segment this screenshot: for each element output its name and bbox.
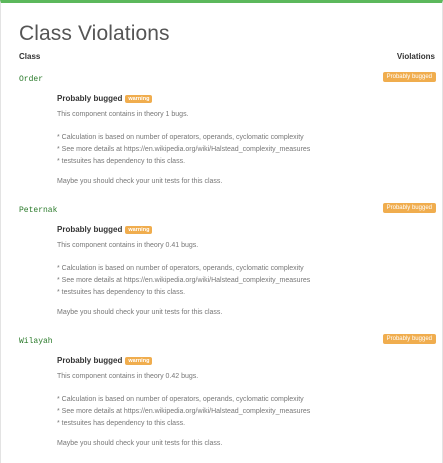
advice-text: Maybe you should check your unit tests f… [57, 178, 223, 185]
advice-text: Maybe you should check your unit tests f… [57, 440, 223, 447]
bug-title: Probably bugged warning [57, 94, 153, 103]
warning-badge: warning [125, 95, 153, 103]
violation-badge: Probably bugged [382, 334, 436, 344]
page-title: Class Violations [19, 22, 170, 45]
column-header-violations: Violations [396, 52, 435, 61]
note-details-link: * See more details at https://en.wikiped… [57, 408, 311, 415]
class-name[interactable]: Wilayah [19, 337, 53, 346]
warning-badge: warning [125, 226, 153, 234]
note-dependency: * testsuites has dependency to this clas… [57, 158, 186, 165]
note-details-link: * See more details at https://en.wikiped… [57, 146, 311, 153]
note-calculation: * Calculation is based on number of oper… [57, 396, 304, 403]
advice-text: Maybe you should check your unit tests f… [57, 309, 223, 316]
note-calculation: * Calculation is based on number of oper… [57, 134, 304, 141]
class-name[interactable]: Peternak [19, 206, 57, 215]
bug-summary: This component contains in theory 0.41 b… [57, 242, 199, 249]
note-details-link: * See more details at https://en.wikiped… [57, 277, 311, 284]
violation-badge: Probably bugged [382, 203, 436, 213]
note-dependency: * testsuites has dependency to this clas… [57, 420, 186, 427]
bug-title-text: Probably bugged [57, 356, 123, 365]
note-calculation: * Calculation is based on number of oper… [57, 265, 304, 272]
warning-badge: warning [125, 357, 153, 365]
note-dependency: * testsuites has dependency to this clas… [57, 289, 186, 296]
class-violations-panel: Class Violations Class Violations Order … [0, 0, 443, 463]
bug-title: Probably bugged warning [57, 356, 153, 365]
bug-summary: This component contains in theory 1 bugs… [57, 111, 189, 118]
bug-summary: This component contains in theory 0.42 b… [57, 373, 199, 380]
bug-title: Probably bugged warning [57, 225, 153, 234]
table-header: Class Violations [1, 50, 442, 64]
violation-badge: Probably bugged [382, 72, 436, 82]
column-header-class: Class [19, 52, 41, 61]
class-name[interactable]: Order [19, 75, 43, 84]
bug-title-text: Probably bugged [57, 94, 123, 103]
bug-title-text: Probably bugged [57, 225, 123, 234]
